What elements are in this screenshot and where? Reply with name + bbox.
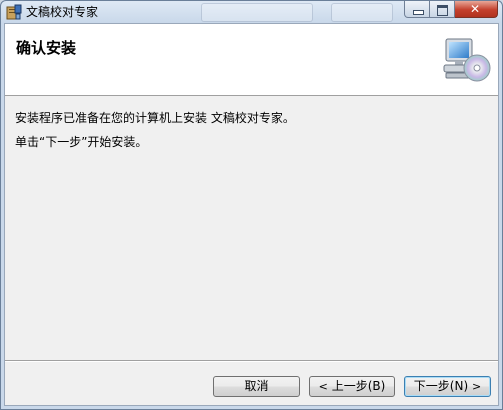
background-ghost-tab (331, 3, 393, 22)
close-button[interactable]: ✕ (455, 1, 498, 18)
next-button[interactable]: 下一步(N) > (404, 376, 491, 397)
back-arrow-icon: < (318, 380, 328, 393)
cancel-button[interactable]: 取消 (213, 376, 300, 397)
footer-divider (5, 360, 498, 362)
window-title: 文稿校对专家 (26, 5, 99, 19)
title-bar[interactable]: 文稿校对专家 ✕ (1, 1, 502, 23)
back-button[interactable]: < 上一步(B) (309, 376, 395, 397)
header-banner: 确认安装 (5, 24, 498, 96)
install-ready-message: 安装程序已准备在您的计算机上安装 文稿校对专家。 (15, 111, 295, 125)
installer-app-icon (6, 4, 22, 20)
window-controls: ✕ (404, 1, 498, 19)
close-icon: ✕ (470, 2, 481, 16)
next-button-label: 下一步(N) (413, 379, 469, 393)
background-ghost-tab (201, 3, 313, 22)
next-arrow-icon: > (471, 380, 482, 393)
page-title: 确认安装 (16, 39, 77, 57)
click-next-instruction: 单击“下一步”开始安装。 (15, 135, 148, 149)
back-button-label: 上一步(B) (331, 379, 386, 393)
minimize-button[interactable] (404, 1, 430, 18)
maximize-button[interactable] (430, 1, 455, 18)
minimize-icon (413, 10, 424, 15)
computer-cd-icon (443, 38, 491, 82)
maximize-icon (437, 5, 448, 16)
installer-window: 文稿校对专家 ✕ 确认安装 安装程序已准备在您的计算机上安装 文稿校对专家。 单… (0, 0, 503, 410)
dialog-client-area: 确认安装 安装程序已准备在您的计算机上安装 文稿校对专家。 单击“下一步”开始安… (4, 23, 499, 406)
